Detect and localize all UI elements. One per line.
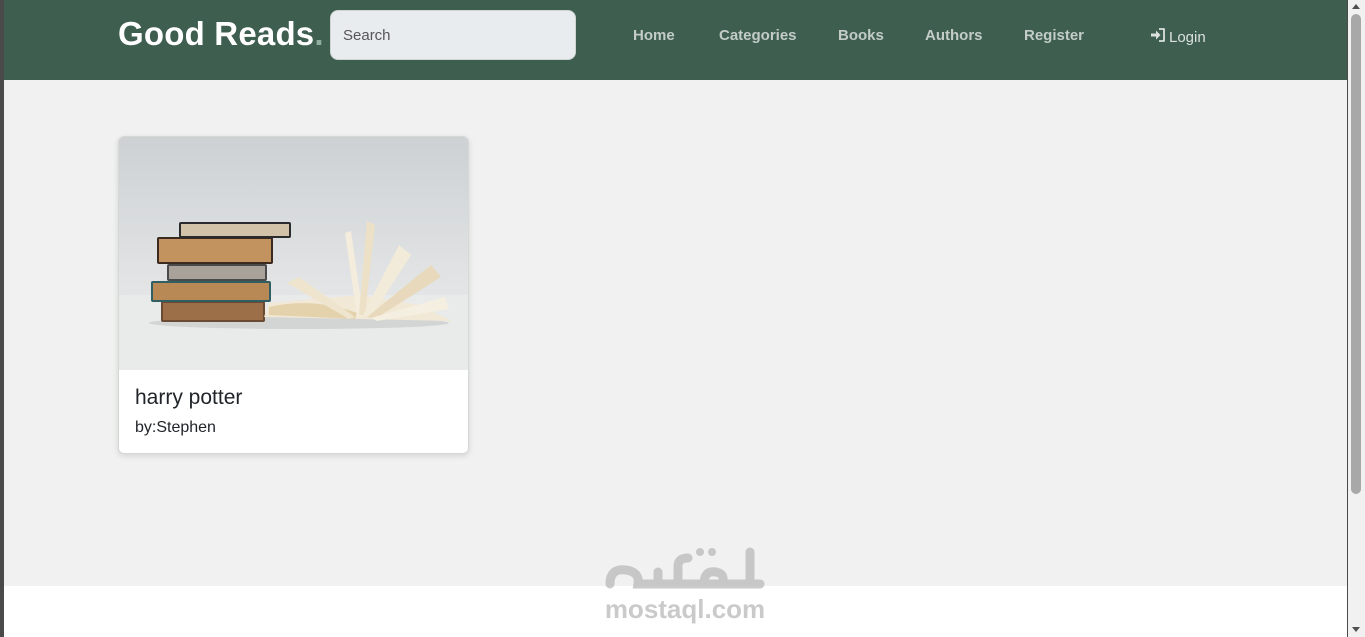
mostaql-logo xyxy=(605,547,765,589)
book-author: by:Stephen xyxy=(135,419,216,436)
book-cover-image xyxy=(119,137,468,370)
nav-categories[interactable]: Categories xyxy=(719,27,797,44)
nav-home[interactable]: Home xyxy=(633,27,675,44)
navbar: Good Reads. Home Categories Books Author… xyxy=(4,0,1347,80)
nav-authors[interactable]: Authors xyxy=(925,27,983,44)
scroll-down-arrow-icon[interactable] xyxy=(1352,627,1360,632)
search-input[interactable] xyxy=(330,10,576,60)
brand-logo[interactable]: Good Reads. xyxy=(118,15,324,53)
page: Good Reads. Home Categories Books Author… xyxy=(4,0,1347,637)
brand-dot: . xyxy=(314,15,324,52)
scrollbar-thumb[interactable] xyxy=(1351,14,1361,494)
vertical-scrollbar[interactable] xyxy=(1348,0,1365,637)
nav-login[interactable]: Login xyxy=(1150,27,1206,47)
mostaql-watermark: mostaql.com xyxy=(600,544,770,626)
nav-books[interactable]: Books xyxy=(838,27,884,44)
book-title[interactable]: harry potter xyxy=(135,386,242,410)
book-card[interactable]: harry potter by:Stephen xyxy=(118,136,469,454)
watermark-url: mostaql.com xyxy=(604,594,766,624)
nav-register[interactable]: Register xyxy=(1024,27,1084,44)
brand-name: Good Reads xyxy=(118,15,315,52)
sign-in-icon xyxy=(1150,27,1166,47)
nav-login-label: Login xyxy=(1169,28,1206,46)
scroll-up-arrow-icon[interactable] xyxy=(1352,4,1360,9)
